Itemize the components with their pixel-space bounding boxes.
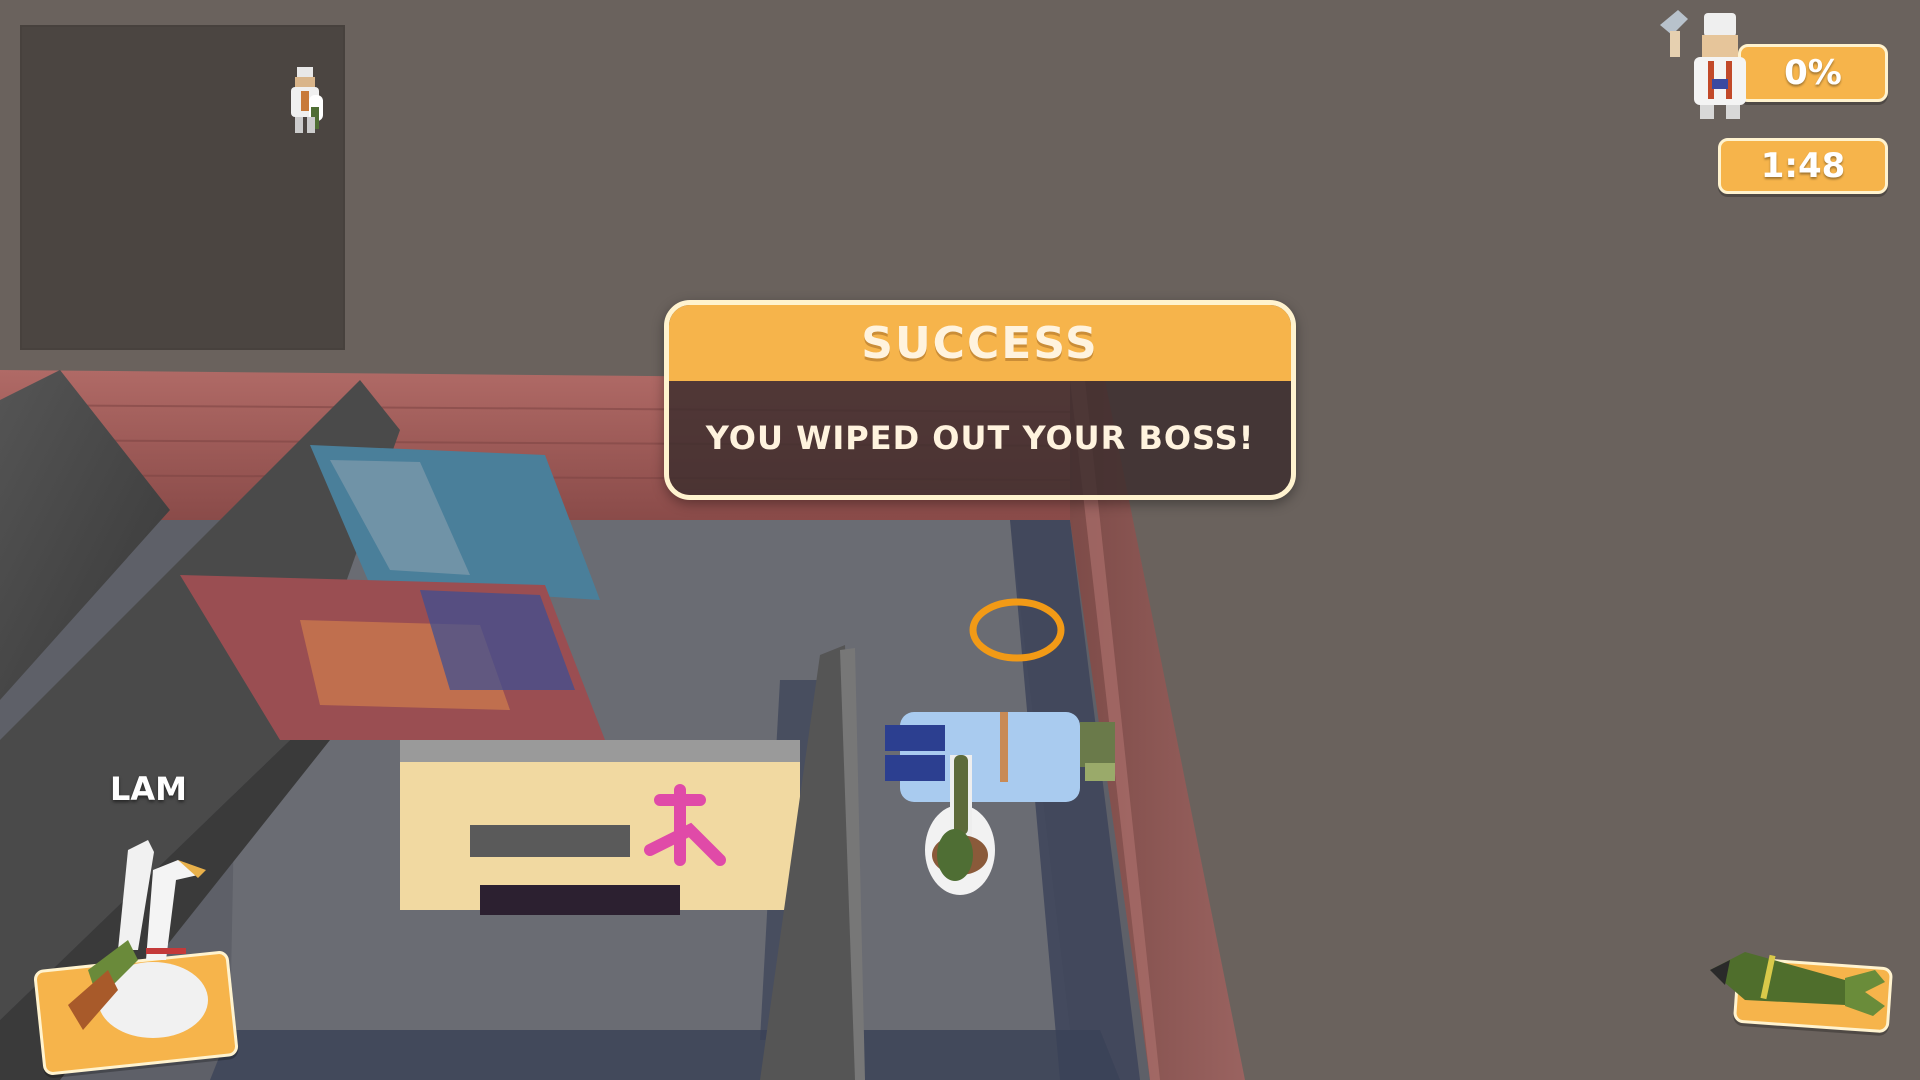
- dialog-message: YOU WIPED OUT YOUR BOSS!: [669, 381, 1291, 495]
- success-dialog: SUCCESS YOU WIPED OUT YOUR BOSS!: [664, 300, 1296, 500]
- goose-icon: [68, 840, 208, 1038]
- progress-percent: 0%: [1784, 53, 1842, 93]
- boss-marker-icon: [291, 67, 323, 133]
- player-name: LAM: [110, 770, 187, 808]
- timer-badge: 1:48: [1718, 138, 1888, 194]
- floor-shadow-bottom: [210, 1030, 1120, 1080]
- boss-progress-badge: 0%: [1738, 44, 1888, 102]
- minimap: [20, 25, 345, 350]
- chef-boss-icon: [1660, 10, 1746, 119]
- dialog-title: SUCCESS: [669, 305, 1291, 381]
- rocket-icon: [1710, 952, 1885, 1016]
- timer-text: 1:48: [1760, 146, 1846, 186]
